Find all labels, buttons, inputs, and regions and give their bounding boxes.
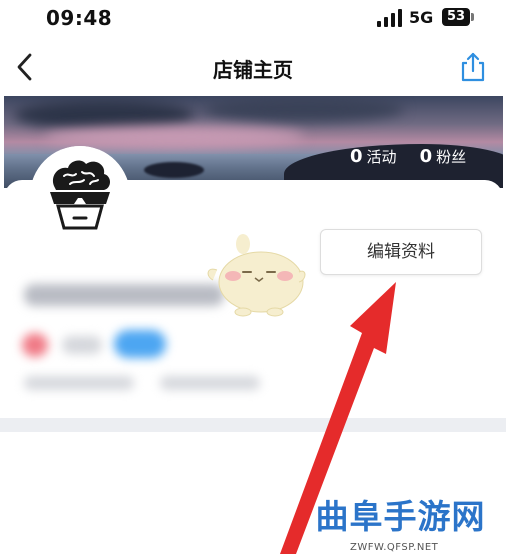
network-type: 5G [409,8,434,27]
fans-count: 0 [419,146,433,167]
blurred-info-line [24,376,134,390]
banner-cloud [44,126,304,148]
edit-profile-button[interactable]: 编辑资料 [320,229,482,275]
status-bar: 09:48 5G 53 [0,0,506,38]
watermark-title: 曲阜手游网 [315,497,486,536]
status-time: 09:48 [46,6,113,30]
site-watermark: 曲阜手游网 ZWFW.QFSP.NET [298,490,503,554]
banner-cloud [204,96,404,122]
blurred-tag-gray [62,336,102,354]
page-title: 店铺主页 [213,58,293,82]
blurred-info-line [160,376,260,390]
shop-avatar[interactable] [30,146,130,246]
battery-icon: 53 [442,8,470,26]
navigation-bar: 店铺主页 [0,40,506,96]
battery-tip [471,13,474,21]
shop-stats: 0 活动 0 粉丝 [350,146,466,167]
banner-rock [144,162,204,178]
section-divider [0,418,506,432]
activities-label[interactable]: 活动 [367,148,397,166]
watermark-url: ZWFW.QFSP.NET [350,542,439,553]
chick-mascot-illustration [207,234,306,317]
blurred-tag-blue [114,330,166,358]
share-icon[interactable] [459,52,487,82]
brain-glasses-avatar-icon [30,146,130,246]
blurred-tag-red [22,333,48,357]
activities-count: 0 [350,146,363,167]
blurred-shop-name [24,284,224,306]
signal-strength-icon [377,9,402,27]
fans-label[interactable]: 粉丝 [436,148,466,166]
